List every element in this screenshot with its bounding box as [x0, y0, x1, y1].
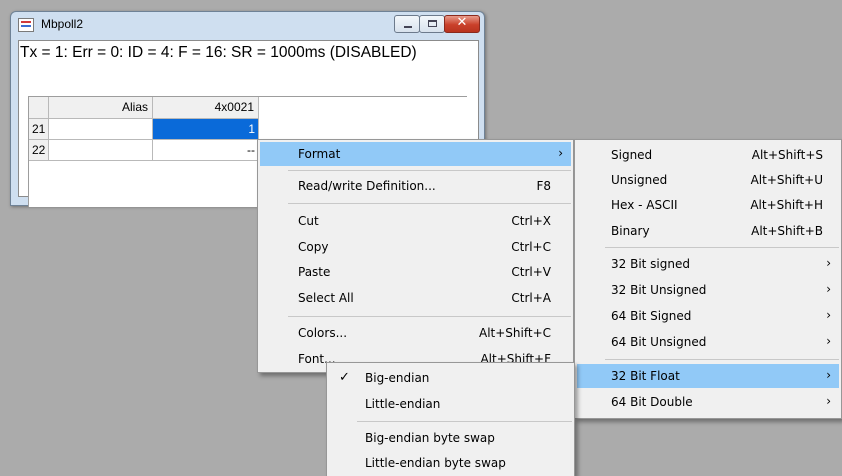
menu-item-label: 64 Bit Signed	[611, 309, 692, 323]
menu-item-label: Unsigned	[611, 173, 668, 187]
menu-item-label: Hex - ASCII	[611, 198, 678, 212]
value-cell-selected[interactable]: 1	[153, 119, 259, 140]
menu-item-shortcut: Ctrl+X	[511, 214, 551, 228]
minimize-button[interactable]	[394, 15, 420, 33]
title-bar[interactable]: Mbpoll2 ✕	[11, 12, 484, 40]
menu-item-shortcut: Alt+Shift+C	[478, 326, 551, 340]
maximize-button[interactable]	[419, 15, 445, 33]
submenu-arrow-icon: ›	[826, 334, 831, 348]
menu-item-read-write-definition[interactable]: Read/write Definition... F8	[260, 174, 571, 198]
menu-item-paste[interactable]: Paste Ctrl+V	[260, 260, 571, 284]
submenu-arrow-icon: ›	[826, 308, 831, 322]
menu-item-hex-ascii[interactable]: Hex - ASCII Alt+Shift+H	[577, 193, 839, 217]
menu-item-label: Little-endian byte swap	[365, 456, 506, 470]
menu-item-unsigned[interactable]: Unsigned Alt+Shift+U	[577, 168, 839, 192]
menu-item-label: Cut	[298, 214, 319, 228]
menu-item-32-bit-unsigned[interactable]: 32 Bit Unsigned ›	[577, 278, 839, 302]
submenu-arrow-icon: ›	[558, 146, 563, 160]
menu-item-copy[interactable]: Copy Ctrl+C	[260, 235, 571, 259]
menu-item-64-bit-signed[interactable]: 64 Bit Signed ›	[577, 304, 839, 328]
grid-corner[interactable]	[29, 97, 49, 119]
check-icon: ✓	[339, 370, 350, 385]
close-icon: ✕	[456, 15, 468, 30]
menu-item-cut[interactable]: Cut Ctrl+X	[260, 209, 571, 233]
menu-item-label: 32 Bit Float	[611, 369, 680, 383]
minimize-icon	[404, 26, 412, 28]
menu-item-label: Binary	[611, 224, 650, 238]
menu-item-colors[interactable]: Colors... Alt+Shift+C	[260, 321, 571, 345]
menu-item-label: 32 Bit Unsigned	[611, 283, 707, 297]
menu-item-shortcut: F8	[536, 179, 551, 193]
menu-item-64-bit-unsigned[interactable]: 64 Bit Unsigned ›	[577, 330, 839, 354]
maximize-icon	[428, 20, 437, 27]
menu-item-shortcut: Alt+Shift+U	[750, 173, 823, 187]
menu-item-binary[interactable]: Binary Alt+Shift+B	[577, 219, 839, 243]
menu-item-little-endian[interactable]: Little-endian	[329, 392, 572, 416]
menu-item-label: Paste	[298, 265, 331, 279]
alias-cell[interactable]	[49, 140, 153, 161]
column-header-alias[interactable]: Alias	[49, 97, 153, 119]
menu-item-signed[interactable]: Signed Alt+Shift+S	[577, 143, 839, 167]
menu-item-little-endian-byte-swap[interactable]: Little-endian byte swap	[329, 451, 572, 475]
submenu-arrow-icon: ›	[826, 394, 831, 408]
menu-item-shortcut: Ctrl+C	[511, 240, 551, 254]
menu-item-select-all[interactable]: Select All Ctrl+A	[260, 286, 571, 310]
menu-item-big-endian[interactable]: ✓ Big-endian	[329, 366, 572, 390]
context-menu: Format › Read/write Definition... F8 Cut…	[257, 139, 574, 373]
row-header[interactable]: 21	[29, 119, 49, 140]
menu-item-label: Signed	[611, 148, 653, 162]
menu-item-32-bit-float[interactable]: 32 Bit Float ›	[577, 364, 839, 388]
menu-item-shortcut: Ctrl+A	[511, 291, 551, 305]
column-header-address[interactable]: 4x0021	[153, 97, 259, 119]
menu-item-shortcut: Ctrl+V	[511, 265, 551, 279]
menu-separator	[357, 421, 572, 422]
submenu-arrow-icon: ›	[826, 256, 831, 270]
menu-separator	[605, 247, 839, 248]
submenu-arrow-icon: ›	[826, 368, 831, 382]
close-button[interactable]: ✕	[444, 15, 480, 33]
menu-separator	[605, 359, 839, 360]
menu-item-shortcut: Alt+Shift+S	[751, 148, 823, 162]
menu-item-32-bit-signed[interactable]: 32 Bit signed ›	[577, 252, 839, 276]
status-line: Tx = 1: Err = 0: ID = 4: F = 16: SR = 10…	[20, 44, 417, 61]
window-title: Mbpoll2	[41, 17, 84, 31]
menu-item-label: 32 Bit signed	[611, 257, 690, 271]
menu-item-format[interactable]: Format ›	[260, 142, 571, 166]
menu-item-shortcut: Alt+Shift+B	[751, 224, 823, 238]
menu-item-label: Little-endian	[365, 397, 441, 411]
menu-item-big-endian-byte-swap[interactable]: Big-endian byte swap	[329, 426, 572, 450]
menu-separator	[288, 203, 571, 204]
menu-item-label: Big-endian	[365, 371, 430, 385]
menu-item-label: Select All	[298, 291, 354, 305]
row-header[interactable]: 22	[29, 140, 49, 161]
menu-item-label: Colors...	[298, 326, 348, 340]
menu-item-label: Copy	[298, 240, 329, 254]
menu-item-64-bit-double[interactable]: 64 Bit Double ›	[577, 390, 839, 414]
value-cell[interactable]: --	[153, 140, 259, 161]
menu-item-label: Read/write Definition...	[298, 179, 436, 193]
alias-cell[interactable]	[49, 119, 153, 140]
menu-item-shortcut: Alt+Shift+H	[750, 198, 823, 212]
float-endian-submenu: ✓ Big-endian Little-endian Big-endian by…	[326, 362, 575, 476]
format-submenu: Signed Alt+Shift+S Unsigned Alt+Shift+U …	[574, 139, 842, 419]
menu-separator	[288, 316, 571, 317]
menu-separator	[288, 170, 571, 171]
menu-item-label: Format	[298, 147, 341, 161]
app-icon[interactable]	[18, 18, 34, 32]
menu-item-label: Big-endian byte swap	[365, 431, 495, 445]
menu-item-label: 64 Bit Double	[611, 395, 693, 409]
menu-item-label: 64 Bit Unsigned	[611, 335, 707, 349]
submenu-arrow-icon: ›	[826, 282, 831, 296]
